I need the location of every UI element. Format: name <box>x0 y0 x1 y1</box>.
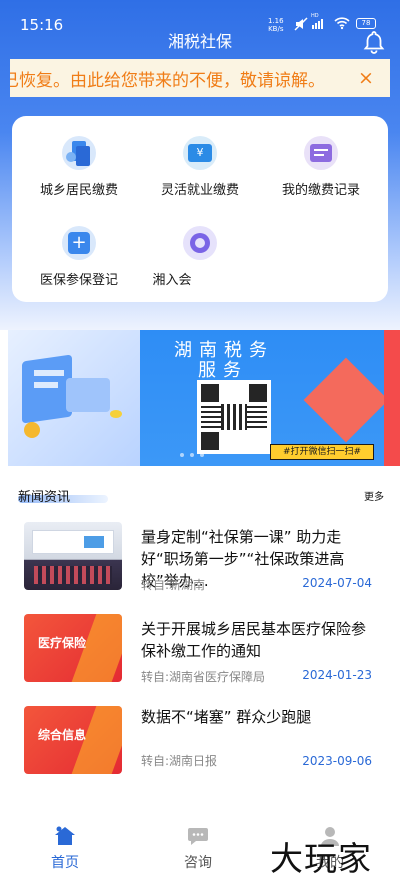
news-thumbnail: 医疗保险 <box>24 614 122 682</box>
menu-item-flexible-employment[interactable]: ¥ 灵活就业缴费 <box>137 136 263 198</box>
news-date: 2024-01-23 <box>302 668 372 682</box>
banner-slide-previous[interactable] <box>8 330 140 466</box>
news-section-title: 新闻资讯 <box>18 490 71 505</box>
news-thumbnail: 综合信息 <box>24 706 122 774</box>
news-thumbnail <box>24 522 122 590</box>
union-badge-icon <box>183 226 217 260</box>
notice-bar: 已恢复。由此给您带来的不便，敬请谅解。 × <box>10 59 390 97</box>
news-source: 转自:湖南省医疗保障局 <box>141 670 266 684</box>
yuan-wallet-icon: ¥ <box>183 136 217 170</box>
news-headline: 关于开展城乡居民基本医疗保险参保补缴工作的通知 <box>141 620 367 660</box>
banner-title-line2: 服务 <box>198 360 248 381</box>
tab-home[interactable]: 首页 <box>25 826 105 872</box>
news-headline: 数据不“堵塞” 群众少跑腿 <box>141 708 312 726</box>
banner-slide-tax-service[interactable]: 湖南税务 服务 #打开微信扫一扫# <box>140 330 384 466</box>
news-date: 2024-07-04 <box>302 576 372 590</box>
medical-cross-icon: + <box>62 226 96 260</box>
home-icon <box>55 826 75 845</box>
chat-icon <box>188 828 208 845</box>
document-stack-icon <box>62 136 96 170</box>
menu-item-resident-payment[interactable]: 城乡居民缴费 <box>16 136 142 198</box>
scan-prompt: #打开微信扫一扫# <box>270 444 374 460</box>
carousel-indicators <box>180 453 204 457</box>
page-title: 湘税社保 <box>167 32 232 51</box>
news-item[interactable]: 医疗保险 关于开展城乡居民基本医疗保险参保补缴工作的通知 转自:湖南省医疗保障局… <box>24 614 372 684</box>
watermark-text: 大玩家 <box>270 839 372 878</box>
menu-item-payment-records[interactable]: 我的缴费记录 <box>258 136 384 198</box>
news-item[interactable]: 量身定制“社保第一课” 助力走好“职场第一步”“社保政策进高校”举办… 转自:新… <box>24 522 372 592</box>
banner-slide-next[interactable] <box>384 330 400 466</box>
news-source: 转自:湖南日报 <box>141 754 218 768</box>
qr-code <box>197 380 271 454</box>
notice-close-button[interactable]: × <box>342 59 390 97</box>
payment-record-icon <box>304 136 338 170</box>
news-section-header: 新闻资讯 更多 <box>18 485 384 509</box>
tab-consult[interactable]: 咨询 <box>158 826 238 872</box>
news-date: 2023-09-06 <box>302 754 372 768</box>
notice-text: 已恢复。由此给您带来的不便，敬请谅解。 <box>10 71 325 91</box>
bell-icon[interactable] <box>363 30 385 54</box>
service-menu-card: 城乡居民缴费 ¥ 灵活就业缴费 我的缴费记录 + 医保参保登记 湘入会 <box>12 116 388 302</box>
menu-item-join-union[interactable]: 湘入会 <box>137 226 263 288</box>
news-item[interactable]: 综合信息 数据不“堵塞” 群众少跑腿 转自:湖南日报 2023-09-06 <box>24 706 372 776</box>
news-source: 转自:新湖南 <box>141 578 206 592</box>
more-link[interactable]: 更多 <box>364 488 384 503</box>
